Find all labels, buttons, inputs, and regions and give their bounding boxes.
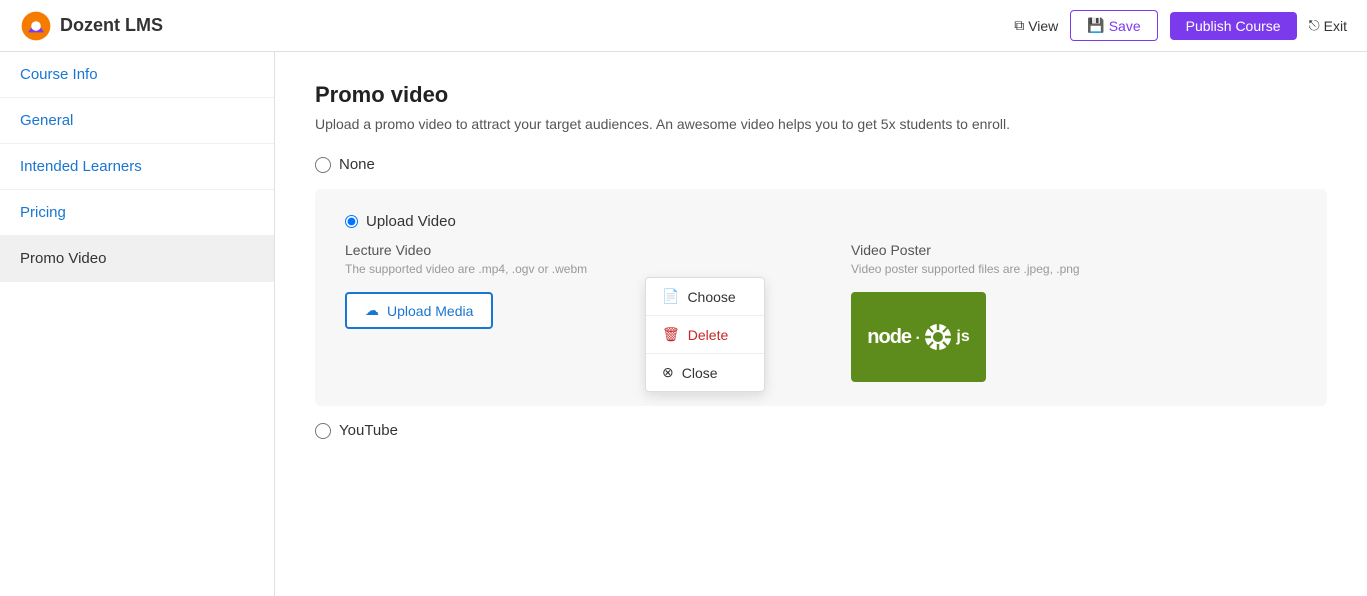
- nodejs-text: node: [867, 326, 911, 349]
- youtube-radio[interactable]: [315, 423, 331, 439]
- sidebar-item-pricing[interactable]: Pricing: [0, 190, 274, 236]
- video-poster-col: Video Poster Video poster supported file…: [851, 242, 1297, 382]
- sidebar-item-promo-video[interactable]: Promo Video: [0, 236, 274, 282]
- upload-columns: Lecture Video The supported video are .m…: [345, 242, 1297, 382]
- none-radio[interactable]: [315, 157, 331, 173]
- main-content: Promo video Upload a promo video to attr…: [275, 52, 1367, 596]
- video-poster-subtitle: Video poster supported files are .jpeg, …: [851, 262, 1297, 276]
- dropdown-close[interactable]: ⊗ Close: [646, 354, 764, 391]
- nodejs-js-text: js: [956, 328, 969, 346]
- external-link-icon: ⧉: [1014, 17, 1024, 34]
- header-actions: ⧉ View 💾 Save Publish Course ⎋ Exit: [1014, 10, 1347, 41]
- nodejs-wheel-icon: [924, 323, 952, 351]
- sidebar-item-course-info[interactable]: Course Info: [0, 52, 274, 98]
- publish-button[interactable]: Publish Course: [1170, 12, 1297, 40]
- dropdown-choose[interactable]: 📄 Choose: [646, 278, 764, 315]
- trash-icon: 🗑: [662, 326, 680, 343]
- cloud-upload-icon: ☁: [365, 302, 379, 319]
- dropdown-delete[interactable]: 🗑 Delete: [646, 316, 764, 353]
- nodejs-dot: ·: [914, 324, 921, 350]
- view-button[interactable]: ⧉ View: [1014, 17, 1058, 34]
- save-button[interactable]: 💾 Save: [1070, 10, 1157, 41]
- upload-media-button[interactable]: ☁ Upload Media: [345, 292, 493, 329]
- youtube-label[interactable]: YouTube: [339, 422, 398, 439]
- dropdown-menu: 📄 Choose 🗑 Delete ⊗ Close: [645, 277, 765, 392]
- close-circle-icon: ⊗: [662, 364, 674, 381]
- sidebar-item-intended-learners[interactable]: Intended Learners: [0, 144, 274, 190]
- lecture-video-subtitle: The supported video are .mp4, .ogv or .w…: [345, 262, 791, 276]
- video-poster-title: Video Poster: [851, 242, 1297, 258]
- layout: Course Info General Intended Learners Pr…: [0, 52, 1367, 596]
- save-icon: 💾: [1087, 17, 1104, 34]
- video-poster-image: node ·: [851, 292, 986, 382]
- exit-button[interactable]: ⎋ Exit: [1309, 17, 1347, 34]
- app-name: Dozent LMS: [60, 15, 163, 36]
- logo-icon: [20, 10, 52, 42]
- page-subtitle: Upload a promo video to attract your tar…: [315, 116, 1327, 132]
- sidebar: Course Info General Intended Learners Pr…: [0, 52, 275, 596]
- page-title: Promo video: [315, 82, 1327, 108]
- upload-video-label[interactable]: Upload Video: [366, 213, 456, 230]
- exit-icon: ⎋: [1309, 17, 1320, 34]
- upload-video-section: Upload Video Lecture Video The supported…: [315, 189, 1327, 406]
- nodejs-logo: node ·: [867, 323, 969, 351]
- file-icon: 📄: [662, 288, 679, 305]
- lecture-video-col: Lecture Video The supported video are .m…: [345, 242, 791, 382]
- app-logo: Dozent LMS: [20, 10, 163, 42]
- none-option: None: [315, 156, 1327, 173]
- sidebar-item-general[interactable]: General: [0, 98, 274, 144]
- header: Dozent LMS ⧉ View 💾 Save Publish Course …: [0, 0, 1367, 52]
- upload-video-radio[interactable]: [345, 215, 358, 228]
- upload-video-option: Upload Video: [345, 213, 1297, 230]
- youtube-option: YouTube: [315, 422, 1327, 439]
- none-label[interactable]: None: [339, 156, 375, 173]
- lecture-video-title: Lecture Video: [345, 242, 791, 258]
